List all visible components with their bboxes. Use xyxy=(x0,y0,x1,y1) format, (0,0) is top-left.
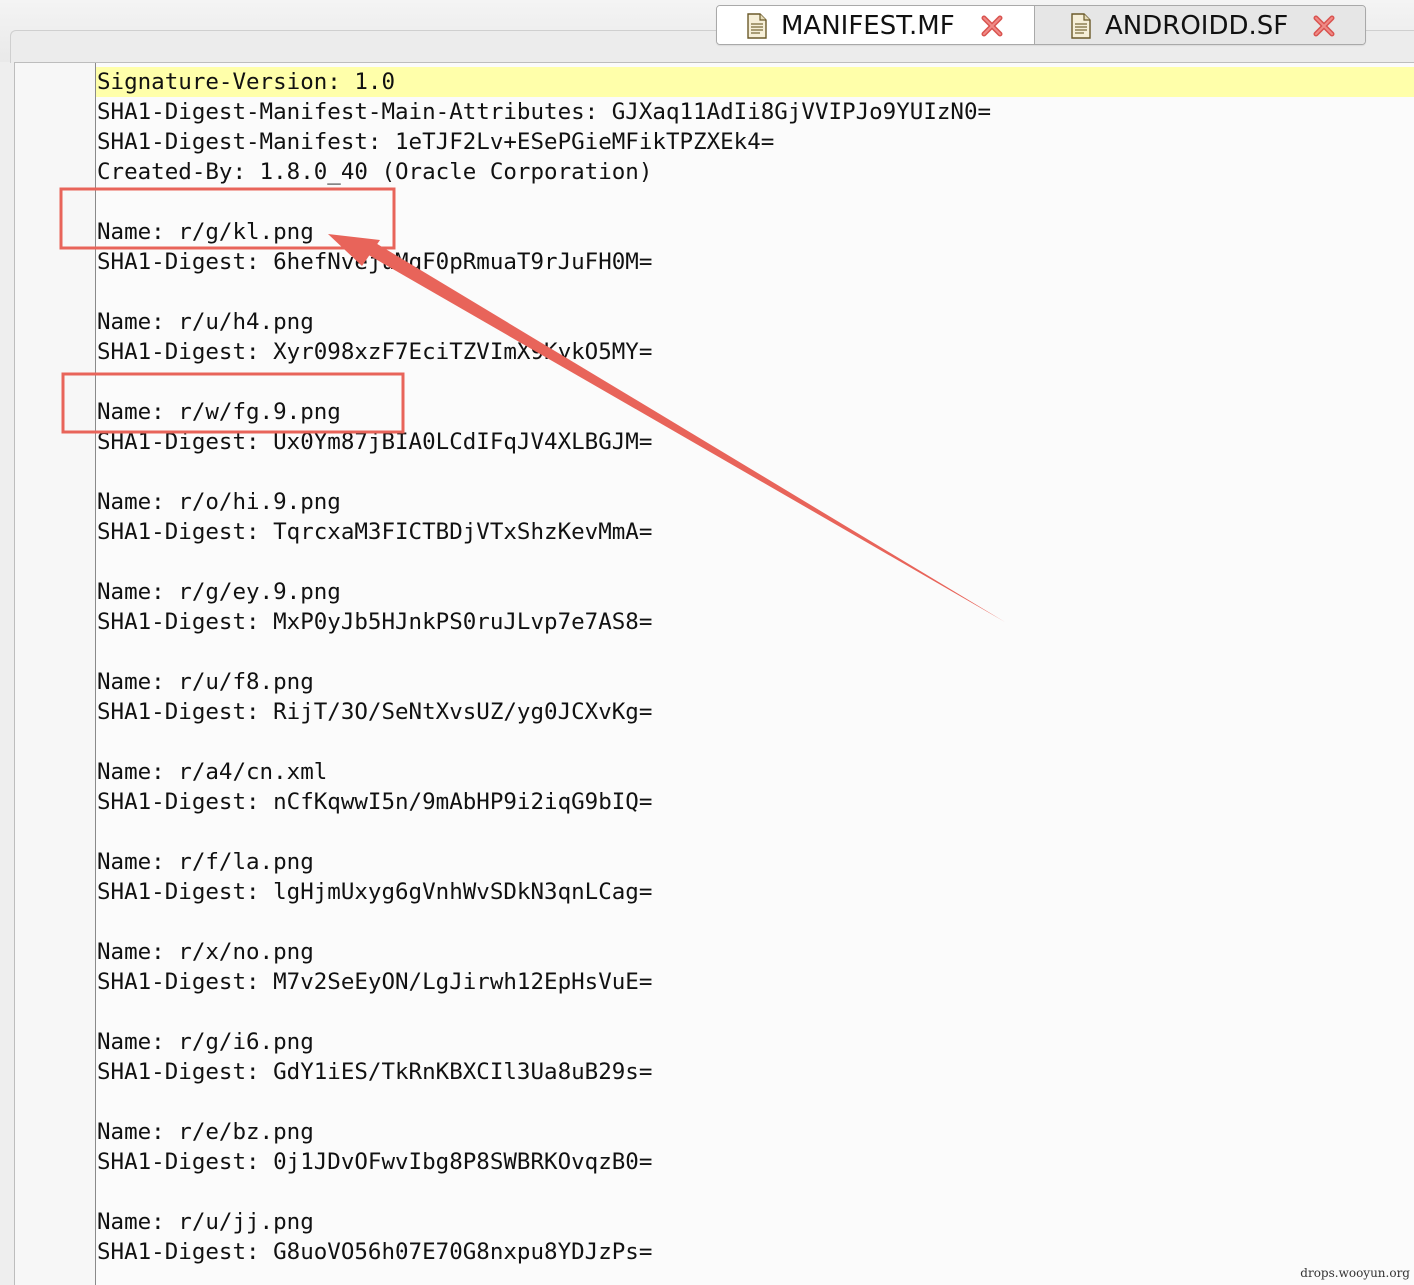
editor-line[interactable]: Name: r/u/f8.png xyxy=(97,667,991,697)
editor-line[interactable]: Name: r/g/kl.png xyxy=(97,217,991,247)
editor-tabs: MANIFEST.MF ANDROIDD.SF xyxy=(716,5,1366,45)
editor-line[interactable]: Name: r/x/no.png xyxy=(97,937,991,967)
editor-line[interactable]: Name: r/f/la.png xyxy=(97,847,991,877)
editor-line[interactable] xyxy=(97,907,991,937)
tab-manifest-mf[interactable]: MANIFEST.MF xyxy=(717,6,1035,44)
document-icon xyxy=(747,13,767,39)
editor-line[interactable]: SHA1-Digest: MxP0yJb5HJnkPS0ruJLvp7e7AS8… xyxy=(97,607,991,637)
editor-line[interactable] xyxy=(97,1087,991,1117)
editor-line[interactable]: SHA1-Digest-Manifest: 1eTJF2Lv+ESePGieMF… xyxy=(97,127,991,157)
editor-line[interactable]: SHA1-Digest: RijT/3O/SeNtXvsUZ/yg0JCXvKg… xyxy=(97,697,991,727)
close-icon[interactable] xyxy=(980,14,1004,38)
editor-line[interactable]: Name: r/g/ey.9.png xyxy=(97,577,991,607)
editor-line[interactable] xyxy=(97,997,991,1027)
editor-line[interactable]: Name: r/a4/cn.xml xyxy=(97,757,991,787)
editor-line[interactable]: Name: r/o/hi.9.png xyxy=(97,487,991,517)
editor-line[interactable]: Signature-Version: 1.0 xyxy=(97,67,991,97)
text-editor[interactable]: Signature-Version: 1.0 SHA1-Digest-Manife… xyxy=(14,62,1414,1285)
editor-line[interactable] xyxy=(97,727,991,757)
editor-line[interactable]: Name: r/u/h4.png xyxy=(97,307,991,337)
close-icon[interactable] xyxy=(1312,14,1336,38)
editor-line[interactable]: SHA1-Digest: TqrcxaM3FICTBDjVTxShzKevMmA… xyxy=(97,517,991,547)
editor-line[interactable] xyxy=(97,277,991,307)
tab-androidd-sf[interactable]: ANDROIDD.SF xyxy=(1035,6,1365,44)
editor-line[interactable]: Name: r/e/bz.png xyxy=(97,1117,991,1147)
editor-line[interactable] xyxy=(97,817,991,847)
editor-line[interactable]: SHA1-Digest: 0j1JDvOFwvIbg8P8SWBRKOvqzB0… xyxy=(97,1147,991,1177)
editor-line[interactable]: Name: r/u/jj.png xyxy=(97,1207,991,1237)
editor-line[interactable] xyxy=(97,457,991,487)
editor-line[interactable] xyxy=(97,187,991,217)
editor-line[interactable] xyxy=(97,367,991,397)
document-icon xyxy=(1071,13,1091,39)
editor-line[interactable]: SHA1-Digest: Ux0Ym87jBIA0LCdIFqJV4XLBGJM… xyxy=(97,427,991,457)
editor-line[interactable]: Name: r/g/i6.png xyxy=(97,1027,991,1057)
editor-line[interactable]: SHA1-Digest: G8uoVO56h07E70G8nxpu8YDJzPs… xyxy=(97,1237,991,1267)
editor-line[interactable]: SHA1-Digest: 6hefNvejuMqF0pRmuaT9rJuFH0M… xyxy=(97,247,991,277)
editor-line[interactable] xyxy=(97,637,991,667)
editor-line[interactable]: SHA1-Digest: GdY1iES/TkRnKBXCIl3Ua8uB29s… xyxy=(97,1057,991,1087)
editor-line[interactable]: Name: r/w/fg.9.png xyxy=(97,397,991,427)
editor-line[interactable]: Created-By: 1.8.0_40 (Oracle Corporation… xyxy=(97,157,991,187)
line-gutter xyxy=(15,63,96,1285)
editor-line[interactable]: SHA1-Digest-Manifest-Main-Attributes: GJ… xyxy=(97,97,991,127)
tab-label: MANIFEST.MF xyxy=(781,11,955,41)
editor-line[interactable]: SHA1-Digest: M7v2SeEyON/LgJirwh12EpHsVuE… xyxy=(97,967,991,997)
editor-line[interactable]: SHA1-Digest: Xyr098xzF7EciTZVImX9KykO5MY… xyxy=(97,337,991,367)
watermark: drops.wooyun.org xyxy=(1300,1266,1410,1280)
editor-line[interactable]: SHA1-Digest: nCfKqwwI5n/9mAbHP9i2iqG9bIQ… xyxy=(97,787,991,817)
editor-line[interactable] xyxy=(97,547,991,577)
tab-label: ANDROIDD.SF xyxy=(1105,11,1289,41)
editor-content[interactable]: Signature-Version: 1.0 SHA1-Digest-Manife… xyxy=(97,67,991,1267)
editor-line[interactable]: SHA1-Digest: lgHjmUxyg6gVnhWvSDkN3qnLCag… xyxy=(97,877,991,907)
editor-line[interactable] xyxy=(97,1177,991,1207)
